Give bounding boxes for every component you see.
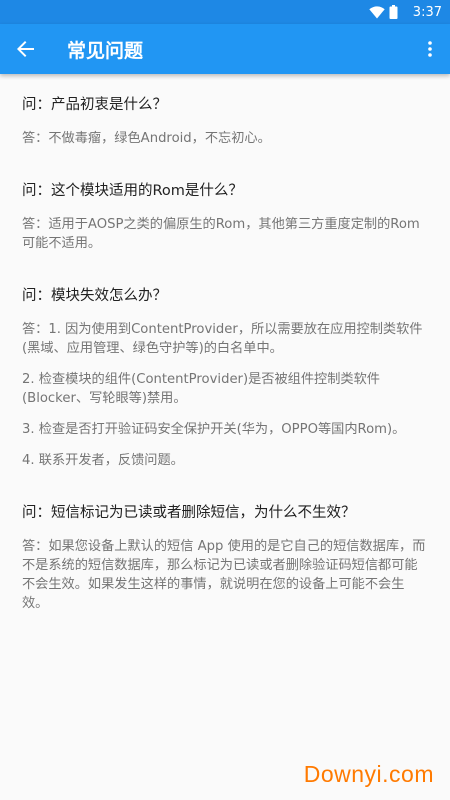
more-vert-icon bbox=[428, 41, 432, 57]
faq-answer: 答：适用于AOSP之类的偏原生的Rom，其他第三方重度定制的Rom可能不适用。 bbox=[22, 215, 428, 253]
faq-list: 问：产品初衷是什么？ 答：不做毒瘤，绿色Android，不忘初心。 问：这个模块… bbox=[0, 95, 450, 613]
faq-question: 问：短信标记为已读或者删除短信，为什么不生效？ bbox=[22, 505, 356, 521]
faq-answer-paragraph: 答：不做毒瘤，绿色Android，不忘初心。 bbox=[22, 131, 271, 146]
faq-answer-paragraph: 2. 检查模块的组件(ContentProvider)是否被组件控制类软件(Bl… bbox=[22, 372, 380, 406]
watermark-logo: Downyi.com bbox=[303, 761, 434, 787]
arrow-back-icon bbox=[17, 41, 34, 57]
faq-answer-paragraph: 3. 检查是否打开验证码安全保护开关(华为，OPPO等国内Rom)。 bbox=[22, 422, 406, 437]
wifi-icon bbox=[369, 5, 385, 19]
faq-question: 问：这个模块适用的Rom是什么？ bbox=[22, 183, 243, 199]
faq-answer-paragraph: 4. 联系开发者，反馈问题。 bbox=[22, 453, 184, 468]
app-bar: 常见问题 bbox=[0, 24, 450, 74]
faq-answer-paragraph: 答：如果您设备上默认的短信 App 使用的是它自己的短信数据库，而不是系统的短信… bbox=[22, 539, 426, 611]
overflow-menu-button[interactable] bbox=[418, 24, 442, 74]
faq-answer-paragraph: 答：1. 因为使用到ContentProvider，所以需要放在应用控制类软件(… bbox=[22, 322, 423, 356]
faq-answer: 答：不做毒瘤，绿色Android，不忘初心。 bbox=[22, 129, 428, 148]
status-bar: 3:37 bbox=[0, 0, 450, 24]
faq-question: 问：模块失效怎么办？ bbox=[22, 288, 167, 304]
faq-answer: 答：1. 因为使用到ContentProvider，所以需要放在应用控制类软件(… bbox=[22, 320, 428, 470]
status-time: 3:37 bbox=[412, 4, 442, 20]
faq-item-sms: 问：短信标记为已读或者删除短信，为什么不生效？ 答：如果您设备上默认的短信 Ap… bbox=[22, 503, 428, 613]
faq-answer-paragraph: 答：适用于AOSP之类的偏原生的Rom，其他第三方重度定制的Rom可能不适用。 bbox=[22, 217, 420, 251]
faq-answer: 答：如果您设备上默认的短信 App 使用的是它自己的短信数据库，而不是系统的短信… bbox=[22, 537, 428, 613]
faq-item-rom: 问：这个模块适用的Rom是什么？ 答：适用于AOSP之类的偏原生的Rom，其他第… bbox=[22, 181, 428, 253]
faq-item-failure: 问：模块失效怎么办？ 答：1. 因为使用到ContentProvider，所以需… bbox=[22, 286, 428, 470]
faq-question: 问：产品初衷是什么？ bbox=[22, 97, 167, 113]
page-title: 常见问题 bbox=[67, 39, 144, 62]
battery-icon bbox=[389, 5, 405, 19]
back-button[interactable] bbox=[0, 24, 52, 74]
faq-item-purpose: 问：产品初衷是什么？ 答：不做毒瘤，绿色Android，不忘初心。 bbox=[22, 95, 428, 148]
